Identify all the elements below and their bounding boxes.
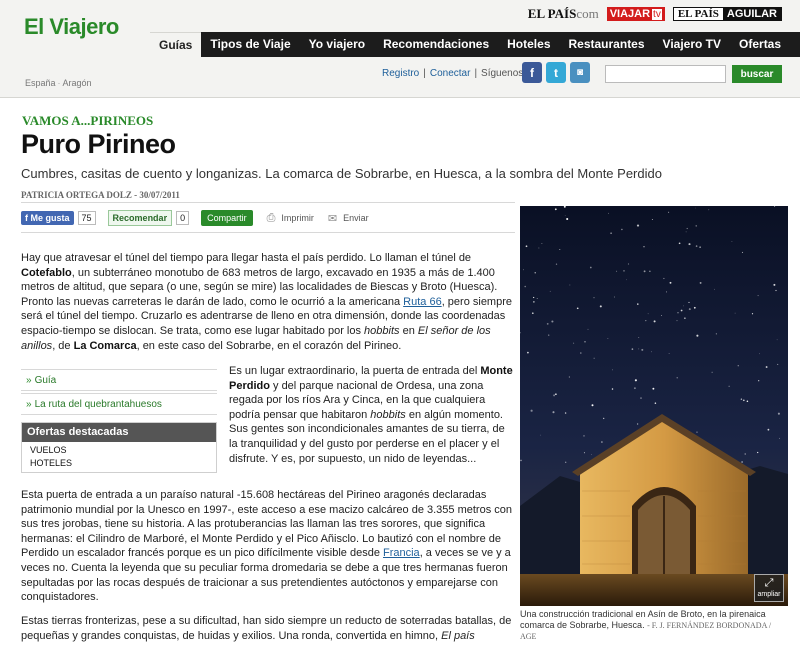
featured-offers-box: Ofertas destacadas VUELOS HOTELES — [21, 422, 217, 473]
article-photo[interactable]: ⤢ ampliar — [520, 206, 788, 606]
main-nav: Guías Tipos de Viaje Yo viajero Recomend… — [150, 32, 800, 57]
facebook-f-icon: f — [25, 213, 28, 223]
nav-tipos-de-viaje[interactable]: Tipos de Viaje — [201, 32, 299, 57]
italic-text: hobbits — [364, 324, 400, 337]
enlarge-button[interactable]: ⤢ ampliar — [754, 574, 784, 602]
chevron-right-icon: » — [26, 375, 32, 386]
breadcrumb-espana[interactable]: España — [25, 78, 56, 88]
offers-title: Ofertas destacadas — [22, 423, 216, 442]
share-button[interactable]: Compartir — [201, 210, 253, 226]
related-links-box: » Guía » La ruta del quebrantahuesos — [21, 369, 217, 415]
social-follow: f t ◙ — [522, 62, 590, 83]
magnify-icon: ⤢ — [764, 577, 774, 589]
related-link-ruta[interactable]: » La ruta del quebrantahuesos — [21, 393, 217, 415]
related-link-guia[interactable]: » Guía — [21, 369, 217, 391]
article-paragraph: Hay que atravesar el túnel del tiempo pa… — [21, 251, 515, 353]
separator: | — [423, 68, 426, 79]
article-paragraph: Es un lugar extraordinario, la puerta de… — [229, 364, 515, 466]
aguilar-right-text: AGUILAR — [722, 8, 781, 20]
send-link[interactable]: ✉ Enviar — [328, 212, 369, 225]
text-run: , de — [52, 339, 74, 352]
envelope-icon: ✉ — [327, 212, 338, 225]
chevron-right-icon: » — [26, 399, 32, 410]
article-subtitle: Cumbres, casitas de cuento y longanizas.… — [21, 166, 662, 181]
print-link[interactable]: ⎙ Imprimir — [267, 212, 314, 225]
text-run: , en este caso del Sobrarbe, en el coraz… — [136, 339, 402, 352]
bold-text: La Comarca — [73, 339, 137, 352]
photo-caption: Una construcción tradicional en Asín de … — [520, 609, 788, 642]
rss-icon[interactable]: ◙ — [570, 62, 590, 83]
share-bar: f Me gusta 75 Recomendar 0 Compartir ⎙ Im… — [21, 208, 515, 228]
twitter-icon[interactable]: t — [546, 62, 566, 83]
send-label: Enviar — [343, 213, 369, 223]
article-title: Puro Pirineo — [21, 129, 176, 159]
divider — [21, 232, 515, 233]
breadcrumb-aragon[interactable]: Aragón — [63, 78, 92, 88]
text-run: Hay que atravesar el túnel del tiempo pa… — [21, 252, 472, 264]
search-input[interactable] — [605, 65, 726, 83]
related-link-label: Guía — [34, 375, 57, 386]
search-button[interactable]: buscar — [732, 65, 782, 83]
nav-hoteles[interactable]: Hoteles — [498, 32, 559, 57]
article-paragraph: Esta puerta de entrada a un paraíso natu… — [21, 488, 515, 605]
like-count: 75 — [77, 211, 96, 225]
nav-restaurantes[interactable]: Restaurantes — [560, 32, 654, 57]
facebook-like-button[interactable]: f Me gusta — [21, 211, 74, 225]
enlarge-label: ampliar — [757, 591, 781, 598]
related-link-label: La ruta del quebrantahuesos — [34, 399, 162, 410]
nav-viajero-tv[interactable]: Viajero TV — [654, 32, 730, 57]
site-logo[interactable]: El Viajero — [24, 14, 119, 40]
site-header: El Viajero EL PAÍScom VIAJAR tv EL PAÍS AG… — [0, 0, 800, 98]
elpais-text: EL PAÍS — [527, 6, 577, 21]
divider — [21, 202, 515, 203]
aguilar-left-text: EL PAÍS — [673, 8, 723, 20]
offer-vuelos[interactable]: VUELOS — [22, 442, 216, 455]
elpais-com-text: com — [576, 6, 599, 21]
conectar-link[interactable]: Conectar — [430, 68, 471, 79]
registro-link[interactable]: Registro — [382, 68, 419, 79]
siguenos-label: Síguenos: — [481, 68, 527, 79]
bold-text: Cotefablo — [21, 266, 72, 279]
viajar-tv-link[interactable]: VIAJAR tv — [606, 7, 665, 21]
viajar-tv-text: tv — [652, 9, 662, 20]
francia-link[interactable]: Francia — [383, 547, 420, 559]
elpais-com-link[interactable]: EL PAÍScom — [528, 6, 599, 22]
facebook-icon[interactable]: f — [522, 62, 542, 83]
night-sky-hut-image — [520, 206, 788, 606]
text-run: en — [399, 324, 418, 337]
user-toolbar: Registro | Conectar | Síguenos: f t ◙ bu… — [0, 62, 800, 88]
breadcrumb-separator: · — [57, 78, 61, 88]
italic-text: hobbits — [370, 408, 406, 421]
text-run: Estas tierras fronterizas, pese a su dif… — [21, 615, 512, 642]
italic-text: El país — [441, 629, 475, 642]
breadcrumb: España · Aragón — [25, 78, 92, 88]
account-links: Registro | Conectar | Síguenos: — [382, 68, 526, 79]
ruta-66-link[interactable]: Ruta 66 — [403, 296, 442, 308]
text-run: Es un lugar extraordinario, la puerta de… — [229, 365, 481, 377]
partner-links: EL PAÍScom VIAJAR tv EL PAÍS AGUILAR — [528, 6, 782, 22]
article-byline: PATRICIA ORTEGA DOLZ - 30/07/2011 — [21, 190, 180, 200]
offer-hoteles[interactable]: HOTELES — [22, 455, 216, 472]
viajar-text: VIAJAR — [609, 8, 651, 20]
separator: | — [474, 68, 478, 79]
recommend-button[interactable]: Recomendar — [107, 210, 173, 226]
nav-guias[interactable]: Guías — [150, 32, 202, 57]
nav-yo-viajero[interactable]: Yo viajero — [300, 32, 374, 57]
nav-ofertas[interactable]: Ofertas — [730, 32, 790, 57]
elpais-aguilar-link[interactable]: EL PAÍS AGUILAR — [672, 7, 782, 21]
recommend-count: 0 — [176, 211, 190, 225]
like-label: Me gusta — [30, 213, 70, 223]
article-paragraph: Estas tierras fronterizas, pese a su dif… — [21, 614, 515, 643]
printer-icon: ⎙ — [266, 211, 276, 224]
nav-recomendaciones[interactable]: Recomendaciones — [374, 32, 498, 57]
print-label: Imprimir — [281, 213, 314, 223]
article-kicker: VAMOS A...PIRINEOS — [22, 113, 154, 128]
